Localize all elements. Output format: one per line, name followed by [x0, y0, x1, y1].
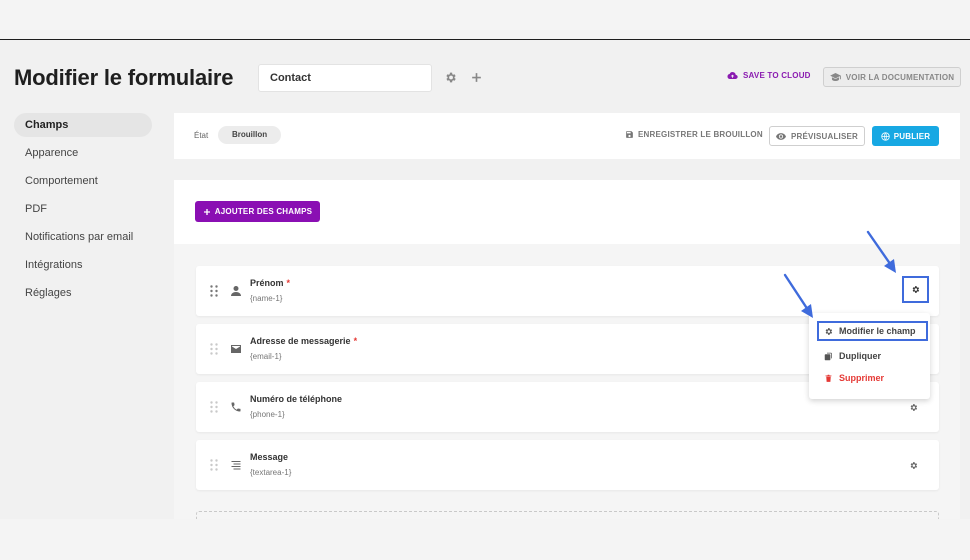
arrow-to-gear-icon [866, 230, 896, 273]
arrow-to-edit-field-icon [783, 273, 813, 318]
annotation-arrows [783, 230, 896, 318]
